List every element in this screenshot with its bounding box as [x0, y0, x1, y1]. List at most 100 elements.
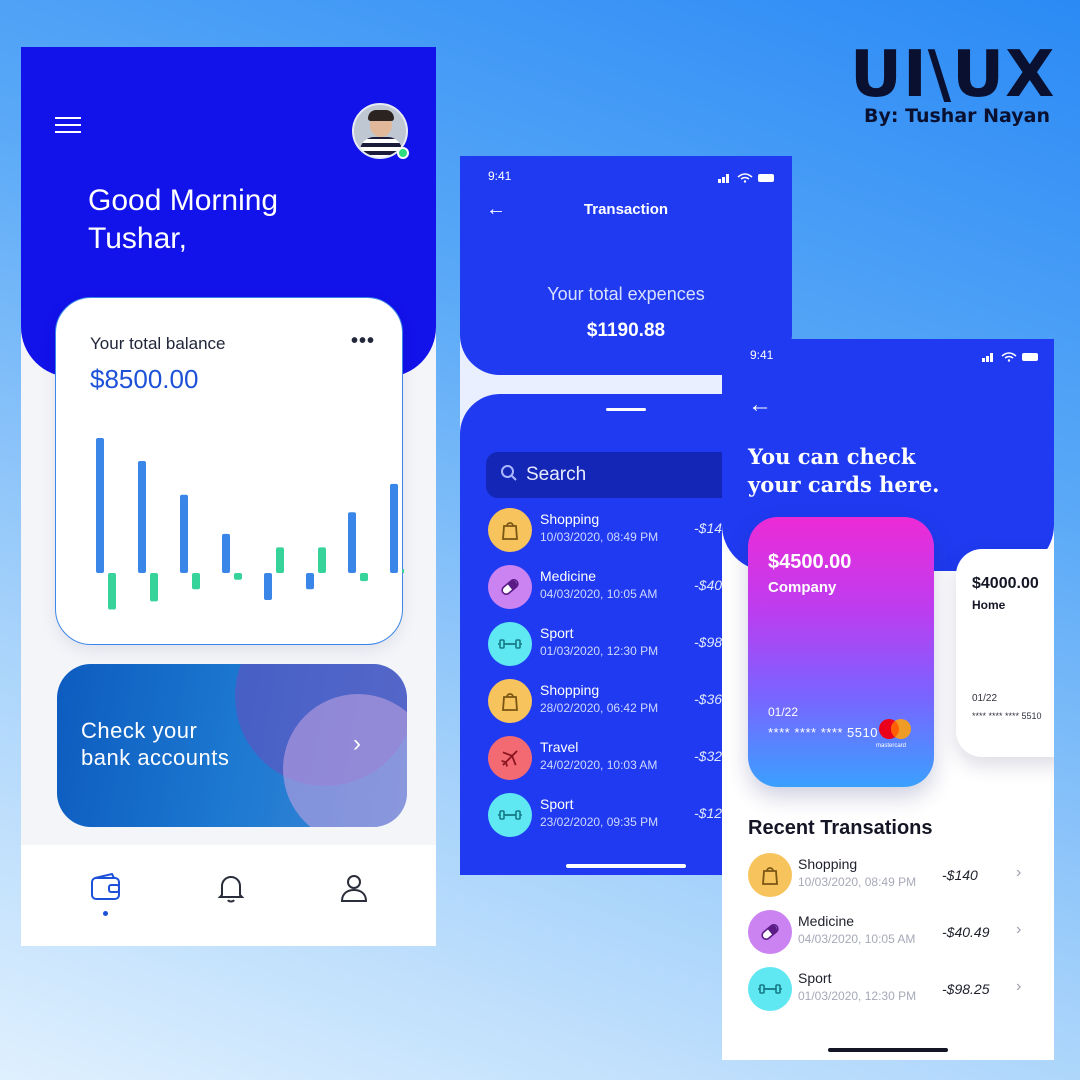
back-arrow-icon[interactable]: ←	[748, 391, 772, 419]
chart-bar-green	[402, 568, 404, 573]
headline-line1: You can check	[748, 444, 916, 469]
transaction-amount: -$140	[942, 867, 978, 883]
brand-byline: By: Tushar Nayan	[864, 105, 1050, 127]
transaction-name: Shopping	[798, 856, 858, 872]
chart-bar-green	[318, 547, 326, 573]
brand-watermark: UI\UX By: Tushar Nayan	[850, 42, 1054, 132]
card-number: **** **** **** 5510	[768, 725, 878, 740]
dumbbell-icon	[748, 967, 792, 1011]
status-bar-icons	[718, 170, 778, 188]
transaction-amount: -$40.49	[942, 924, 990, 940]
chart-bar-blue	[348, 512, 356, 573]
cards-headline: You can check your cards here.	[748, 443, 940, 499]
brand-logo: UI\UX	[850, 38, 1056, 112]
shopping-bag-icon	[748, 853, 792, 897]
transaction-name: Shopping	[540, 682, 600, 698]
bottom-nav	[21, 845, 436, 946]
card-number: **** **** **** 5510	[972, 711, 1042, 721]
card-amount: $4500.00	[768, 551, 852, 573]
greeting: Good Morning Tushar,	[88, 182, 278, 258]
home-card[interactable]: $4000.00 Home 01/22 **** **** **** 5510	[956, 549, 1054, 757]
cards-screen: 9:41 ← You can check your cards here. $4…	[722, 339, 1054, 1060]
pill-icon	[488, 565, 532, 609]
chart-bar-blue	[390, 483, 398, 573]
drag-handle[interactable]	[606, 408, 646, 411]
screen-title: Transaction	[583, 201, 669, 218]
transaction-name: Sport	[540, 625, 574, 641]
shopping-bag-icon	[488, 679, 532, 723]
bell-icon[interactable]	[214, 871, 248, 905]
transaction-name: Sport	[540, 796, 574, 812]
user-icon[interactable]	[337, 871, 371, 905]
recent-transactions-title: Recent Transations	[748, 817, 933, 839]
status-time: 9:41	[750, 348, 774, 362]
hamburger-menu-icon[interactable]	[55, 117, 83, 135]
mastercard-logo-icon	[879, 719, 911, 739]
balance-card: Your total balance ••• $8500.00	[55, 297, 404, 645]
chart-bar-green	[234, 573, 242, 580]
chevron-right-icon: ›	[1016, 978, 1022, 995]
chart-bar-green	[108, 573, 116, 610]
chart-bar-blue	[222, 533, 230, 573]
transaction-date: 23/02/2020, 09:35 PM	[540, 815, 659, 829]
check-bank-accounts-card[interactable]: Check your bank accounts ›	[57, 664, 407, 827]
card-amount: $4000.00	[972, 575, 1039, 592]
transaction-date: 28/02/2020, 06:42 PM	[540, 701, 659, 715]
wallet-icon[interactable]	[89, 871, 123, 905]
transaction-name: Sport	[798, 970, 832, 986]
chart-bar-green	[192, 573, 200, 590]
shopping-bag-icon	[488, 508, 532, 552]
chart-bar-blue	[306, 573, 314, 590]
greeting-line2: Tushar,	[88, 222, 187, 255]
chevron-right-icon: ›	[353, 730, 361, 757]
status-time: 9:41	[488, 169, 512, 183]
card-network: mastercard	[876, 743, 907, 749]
dumbbell-icon	[488, 793, 532, 837]
transaction-row[interactable]: Medicine 04/03/2020, 10:05 AM -$40.49 ›	[748, 910, 1038, 956]
transaction-name: Shopping	[540, 511, 600, 527]
headline-line2: your cards here.	[748, 472, 940, 497]
transaction-date: 24/02/2020, 10:03 AM	[540, 758, 658, 772]
airplane-icon	[488, 736, 532, 780]
dumbbell-icon	[488, 622, 532, 666]
chart-bar-blue	[264, 573, 272, 600]
company-card[interactable]: $4500.00 Company 01/22 **** **** **** 55…	[748, 517, 934, 787]
pill-icon	[748, 910, 792, 954]
transaction-date: 01/03/2020, 12:30 PM	[540, 644, 659, 658]
greeting-line1: Good Morning	[88, 184, 279, 217]
chart-bar-green	[360, 573, 368, 582]
transaction-date: 10/03/2020, 08:49 PM	[798, 875, 917, 889]
transaction-row[interactable]: Shopping 10/03/2020, 08:49 PM -$140 ›	[748, 853, 1038, 899]
bank-cta-line2: bank accounts	[81, 745, 230, 770]
transaction-date: 10/03/2020, 08:49 PM	[540, 530, 659, 544]
balance-bar-chart	[96, 438, 404, 610]
chart-bar-blue	[138, 460, 146, 573]
home-screen: Good Morning Tushar, Your total balance …	[21, 47, 436, 946]
transaction-date: 04/03/2020, 10:05 AM	[798, 932, 916, 946]
card-expiry: 01/22	[768, 705, 799, 719]
expense-label: Your total expences	[547, 284, 705, 304]
transaction-name: Travel	[540, 739, 579, 755]
transaction-amount: -$98.25	[942, 981, 990, 997]
chart-bar-blue	[180, 494, 188, 573]
bank-cta-line1: Check your	[81, 718, 198, 743]
transaction-row[interactable]: Sport 01/03/2020, 12:30 PM -$98.25 ›	[748, 967, 1038, 1013]
transaction-date: 04/03/2020, 10:05 AM	[540, 587, 658, 601]
search-placeholder: Search	[526, 464, 587, 485]
status-bar-icons	[982, 349, 1042, 367]
transaction-name: Medicine	[540, 568, 597, 584]
home-indicator	[566, 864, 686, 868]
chart-bar-green	[150, 573, 158, 602]
transaction-date: 01/03/2020, 12:30 PM	[798, 989, 917, 1003]
online-status-dot	[397, 147, 409, 159]
chevron-right-icon: ›	[1016, 864, 1022, 881]
active-nav-indicator	[103, 911, 108, 916]
transaction-amount: -$36	[694, 691, 723, 707]
bank-cta-text: Check your bank accounts	[81, 717, 229, 771]
chart-bar-green	[276, 547, 284, 573]
transaction-name: Medicine	[798, 913, 855, 929]
chevron-right-icon: ›	[1016, 921, 1022, 938]
chart-bar-blue	[96, 438, 104, 573]
card-name: Home	[972, 598, 1006, 612]
card-expiry: 01/22	[972, 693, 998, 704]
